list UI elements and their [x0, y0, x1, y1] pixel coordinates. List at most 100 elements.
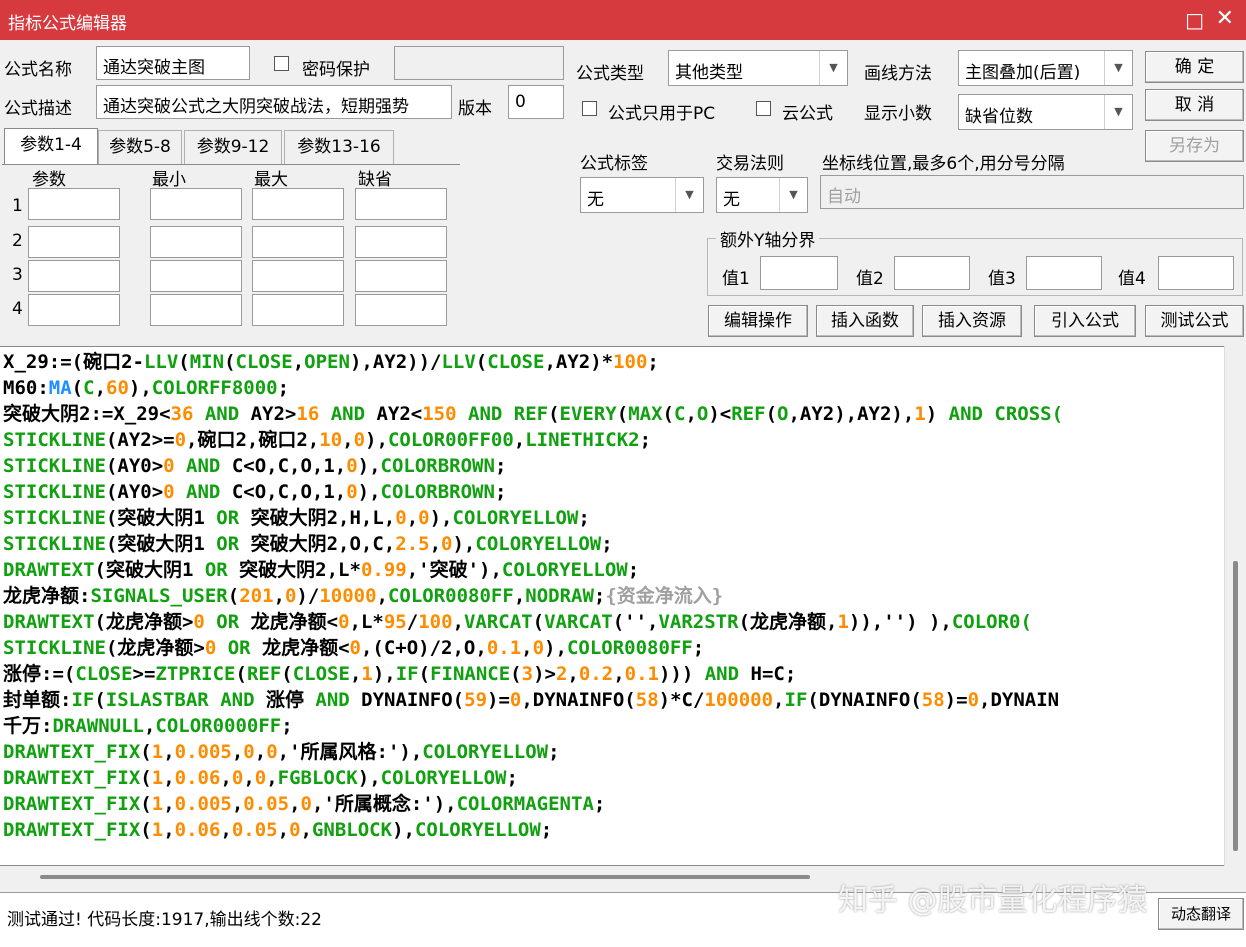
code-token: COLOR0080FF	[566, 637, 693, 659]
import-formula-button[interactable]: 引入公式	[1034, 305, 1136, 337]
code-line[interactable]: M60:MA(C,60),COLORFF8000;	[3, 375, 1063, 401]
code-token: ),	[372, 663, 396, 685]
code-token: ;	[494, 481, 507, 503]
param-min-input[interactable]	[150, 294, 242, 326]
value1-input[interactable]	[760, 256, 838, 290]
code-token: COLORYELLOW	[414, 819, 541, 841]
code-token: ,	[567, 663, 579, 685]
code-line[interactable]: STICKLINE(AY2>=0,碗口2,碗口2,10,0),COLOR00FF…	[3, 427, 1063, 453]
code-line[interactable]: DRAWTEXT(突破大阴1 OR 突破大阴2,L*0.99,'突破'),COL…	[3, 557, 1063, 583]
dynamic-translate-button[interactable]: 动态翻译	[1158, 898, 1244, 930]
param-default-input[interactable]	[355, 260, 447, 292]
tab-params-5-8[interactable]: 参数5-8	[98, 130, 182, 164]
code-token: 千万:	[3, 715, 53, 737]
code-line[interactable]: STICKLINE(突破大阴1 OR 突破大阴2,O,C,2.5,0),COLO…	[3, 531, 1063, 557]
axis-position-input[interactable]: 自动	[820, 175, 1244, 209]
code-line[interactable]: 涨停:=(CLOSE>=ZTPRICE(REF(CLOSE,1),IF(FINA…	[3, 661, 1063, 687]
code-token: STICKLINE	[3, 481, 106, 503]
tag-select[interactable]: 无 ▼	[580, 177, 704, 213]
code-line[interactable]: 封单额:IF(ISLASTBAR AND 涨停 AND DYNAINFO(59)…	[3, 687, 1063, 713]
code-token: ),	[357, 767, 381, 789]
decimal-select[interactable]: 缺省位数 ▼	[958, 94, 1133, 130]
tab-params-9-12[interactable]: 参数9-12	[184, 130, 282, 164]
value2-input[interactable]	[894, 256, 970, 290]
param-name-input[interactable]	[28, 260, 120, 292]
formula-name-input[interactable]: 通达突破主图	[96, 46, 250, 80]
code-token: GNBLOCK	[311, 819, 393, 841]
param-max-input[interactable]	[252, 226, 344, 258]
version-input[interactable]: 0	[508, 85, 564, 119]
formula-type-select[interactable]: 其他类型 ▼	[668, 50, 848, 86]
maximize-icon[interactable]: □	[1185, 8, 1204, 32]
scroll-thumb[interactable]	[40, 875, 810, 879]
code-token: 0.1	[624, 663, 659, 685]
insert-resource-button[interactable]: 插入资源	[922, 305, 1022, 337]
param-name-input[interactable]	[28, 226, 120, 258]
code-line[interactable]: STICKLINE(AY0>0 AND C<O,C,O,1,0),COLORBR…	[3, 479, 1063, 505]
param-default-input[interactable]	[355, 294, 447, 326]
code-token: ,	[266, 767, 278, 789]
save-as-button[interactable]: 另存为	[1145, 130, 1244, 162]
code-token: (	[227, 585, 240, 607]
code-token: 0	[353, 429, 366, 451]
edit-operation-button[interactable]: 编辑操作	[708, 305, 808, 337]
param-name-input[interactable]	[28, 294, 120, 326]
code-token: 0	[284, 585, 297, 607]
code-line[interactable]: DRAWTEXT_FIX(1,0.005,0,0,'所属风格:'),COLORY…	[3, 739, 1063, 765]
code-line[interactable]: DRAWTEXT(龙虎净额>0 OR 龙虎净额<0,L*95/100,VARCA…	[3, 609, 1063, 635]
code-line[interactable]: 突破大阴2:=X_29<36 AND AY2>16 AND AY2<150 AN…	[3, 401, 1063, 427]
scroll-thumb[interactable]	[1233, 561, 1238, 851]
tab-params-1-4[interactable]: 参数1-4	[4, 128, 98, 166]
cloud-checkbox[interactable]	[756, 101, 771, 116]
code-token: 1	[837, 611, 849, 633]
code-token: ,(C+O)/2,O,	[360, 637, 487, 659]
vertical-scrollbar[interactable]	[1224, 346, 1246, 866]
tab-params-13-16[interactable]: 参数13-16	[284, 130, 394, 164]
code-line[interactable]: DRAWTEXT_FIX(1,0.005,0.05,0,'所属概念:'),COL…	[3, 791, 1063, 817]
param-max-input[interactable]	[252, 294, 344, 326]
param-min-input[interactable]	[150, 226, 242, 258]
param-default-input[interactable]	[355, 226, 447, 258]
test-formula-button[interactable]: 测试公式	[1145, 305, 1244, 337]
password-checkbox[interactable]	[274, 56, 289, 71]
param-min-input[interactable]	[150, 260, 242, 292]
code-token: (龙虎净额>	[105, 637, 205, 659]
formula-desc-input[interactable]: 通达突破公式之大阴突破战法，短期强势	[96, 85, 452, 119]
code-line[interactable]: X_29:=(碗口2-LLV(MIN(CLOSE,OPEN),AY2))/LLV…	[3, 349, 1063, 375]
param-min-input[interactable]	[150, 188, 242, 220]
param-name-input[interactable]	[28, 188, 120, 220]
code-token: AND	[193, 403, 251, 425]
value4-input[interactable]	[1158, 256, 1234, 290]
code-line[interactable]: STICKLINE(龙虎净额>0 OR 龙虎净额<0,(C+O)/2,O,0.1…	[3, 635, 1063, 661]
cancel-button[interactable]: 取 消	[1145, 89, 1244, 121]
param-default-input[interactable]	[355, 188, 447, 220]
code-token: COLOR0080FF	[387, 585, 514, 607]
trade-rule-select[interactable]: 无 ▼	[716, 177, 808, 213]
code-token: O	[696, 403, 709, 425]
code-token: 0	[532, 637, 545, 659]
code-line[interactable]: 千万:DRAWNULL,COLOR0000FF;	[3, 713, 1063, 739]
code-text[interactable]: X_29:=(碗口2-LLV(MIN(CLOSE,OPEN),AY2))/LLV…	[3, 349, 1063, 843]
formula-desc-label: 公式描述	[4, 99, 72, 119]
param-max-input[interactable]	[252, 188, 344, 220]
close-icon[interactable]: ✕	[1216, 6, 1234, 31]
code-line[interactable]: DRAWTEXT_FIX(1,0.06,0.05,0,GNBLOCK),COLO…	[3, 817, 1063, 843]
password-input[interactable]	[394, 46, 564, 80]
code-token: ;	[639, 429, 652, 451]
code-line[interactable]: DRAWTEXT_FIX(1,0.06,0,0,FGBLOCK),COLORYE…	[3, 765, 1063, 791]
chevron-down-icon: ▼	[1104, 51, 1132, 85]
value3-input[interactable]	[1026, 256, 1102, 290]
pc-only-checkbox[interactable]	[582, 101, 597, 116]
code-token: AND	[456, 403, 514, 425]
param-row-number: 4	[12, 299, 23, 319]
code-line[interactable]: STICKLINE(AY0>0 AND C<O,C,O,1,0),COLORBR…	[3, 453, 1063, 479]
code-line[interactable]: 龙虎净额:SIGNALS_USER(201,0)/10000,COLOR0080…	[3, 583, 1063, 609]
code-line[interactable]: STICKLINE(突破大阴1 OR 突破大阴2,H,L,0,0),COLORY…	[3, 505, 1063, 531]
ok-button[interactable]: 确 定	[1145, 51, 1244, 83]
code-editor[interactable]: X_29:=(碗口2-LLV(MIN(CLOSE,OPEN),AY2))/LLV…	[0, 346, 1246, 866]
param-max-input[interactable]	[252, 260, 344, 292]
draw-method-select[interactable]: 主图叠加(后置) ▼	[958, 50, 1133, 86]
code-token: ,	[163, 741, 175, 763]
code-token: DRAWTEXT_FIX	[3, 819, 141, 841]
insert-function-button[interactable]: 插入函数	[816, 305, 914, 337]
